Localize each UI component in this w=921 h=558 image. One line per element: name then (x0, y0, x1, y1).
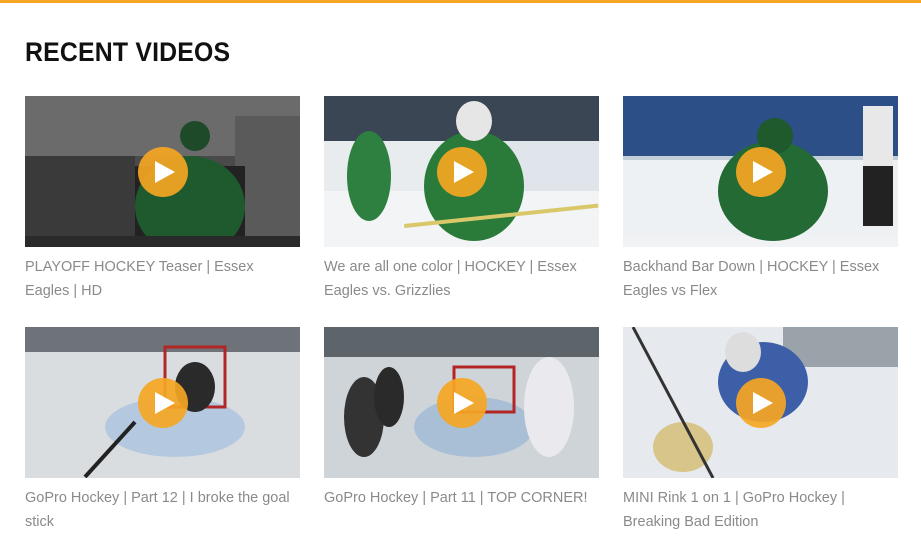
play-icon (752, 391, 773, 414)
play-icon (752, 160, 773, 183)
play-icon (154, 391, 175, 414)
video-card[interactable]: MINI Rink 1 on 1 | GoPro Hockey | Breaki… (623, 327, 898, 558)
play-button[interactable] (735, 377, 786, 428)
video-title[interactable]: GoPro Hockey | Part 12 | I broke the goa… (25, 486, 300, 534)
video-card[interactable]: We are all one color | HOCKEY | Essex Ea… (324, 96, 599, 327)
video-title[interactable]: Backhand Bar Down | HOCKEY | Essex Eagle… (623, 255, 898, 303)
video-card[interactable]: GoPro Hockey | Part 12 | I broke the goa… (25, 327, 300, 558)
video-thumbnail[interactable] (25, 327, 300, 478)
video-thumbnail[interactable] (623, 96, 898, 247)
play-icon (453, 160, 474, 183)
play-button[interactable] (436, 377, 487, 428)
video-thumbnail[interactable] (25, 96, 300, 247)
video-card[interactable]: Backhand Bar Down | HOCKEY | Essex Eagle… (623, 96, 898, 327)
video-title[interactable]: We are all one color | HOCKEY | Essex Ea… (324, 255, 599, 303)
video-thumbnail[interactable] (324, 96, 599, 247)
play-icon (453, 391, 474, 414)
video-thumbnail[interactable] (324, 327, 599, 478)
section-title: RECENT VIDEOS (25, 37, 231, 67)
play-button[interactable] (735, 146, 786, 197)
video-title[interactable]: GoPro Hockey | Part 11 | TOP CORNER! (324, 486, 599, 510)
play-button[interactable] (436, 146, 487, 197)
video-grid: PLAYOFF HOCKEY Teaser | Essex Eagles | H… (25, 96, 898, 558)
video-card[interactable]: GoPro Hockey | Part 11 | TOP CORNER! (324, 327, 599, 558)
video-title[interactable]: MINI Rink 1 on 1 | GoPro Hockey | Breaki… (623, 486, 898, 534)
top-accent-bar (0, 0, 921, 3)
video-thumbnail[interactable] (623, 327, 898, 478)
play-icon (154, 160, 175, 183)
play-button[interactable] (137, 377, 188, 428)
video-card[interactable]: PLAYOFF HOCKEY Teaser | Essex Eagles | H… (25, 96, 300, 327)
play-button[interactable] (137, 146, 188, 197)
video-title[interactable]: PLAYOFF HOCKEY Teaser | Essex Eagles | H… (25, 255, 300, 303)
